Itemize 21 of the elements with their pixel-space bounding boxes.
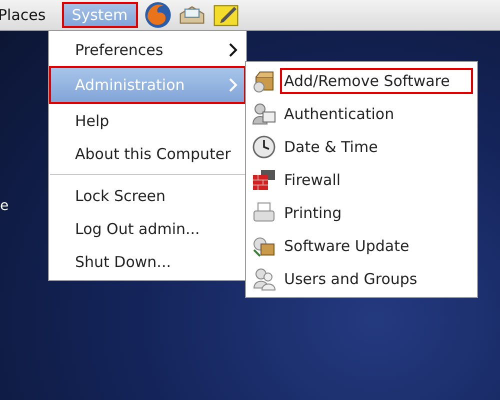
menu-item[interactable]: Date & Time: [284, 136, 384, 158]
printer-icon: [252, 200, 276, 224]
menu-item[interactable]: Printing: [284, 202, 348, 224]
menu-item[interactable]: Log Out admin...: [49, 212, 246, 245]
menu-item[interactable]: Preferences: [49, 33, 246, 66]
users-icon: [252, 266, 276, 290]
menu-item[interactable]: Shut Down...: [49, 245, 246, 278]
user-card-icon: [252, 102, 276, 126]
menu-item[interactable]: Lock Screen: [49, 179, 246, 212]
box-icon: [252, 68, 276, 92]
desktop-icon-label[interactable]: e: [0, 198, 9, 214]
menu-item[interactable]: Users and Groups: [284, 268, 424, 290]
brick-wall-icon: [252, 168, 276, 192]
menu-item[interactable]: Add/Remove Software: [282, 70, 471, 92]
globe-icon[interactable]: [144, 1, 172, 29]
menu-item[interactable]: Help: [49, 104, 246, 137]
menu-item[interactable]: Authentication: [284, 102, 400, 124]
menu-item[interactable]: About this Computer: [49, 137, 246, 170]
clock-icon: [252, 134, 276, 158]
menu-item[interactable]: Firewall: [284, 168, 347, 190]
menu-item[interactable]: Software Update: [284, 234, 416, 256]
